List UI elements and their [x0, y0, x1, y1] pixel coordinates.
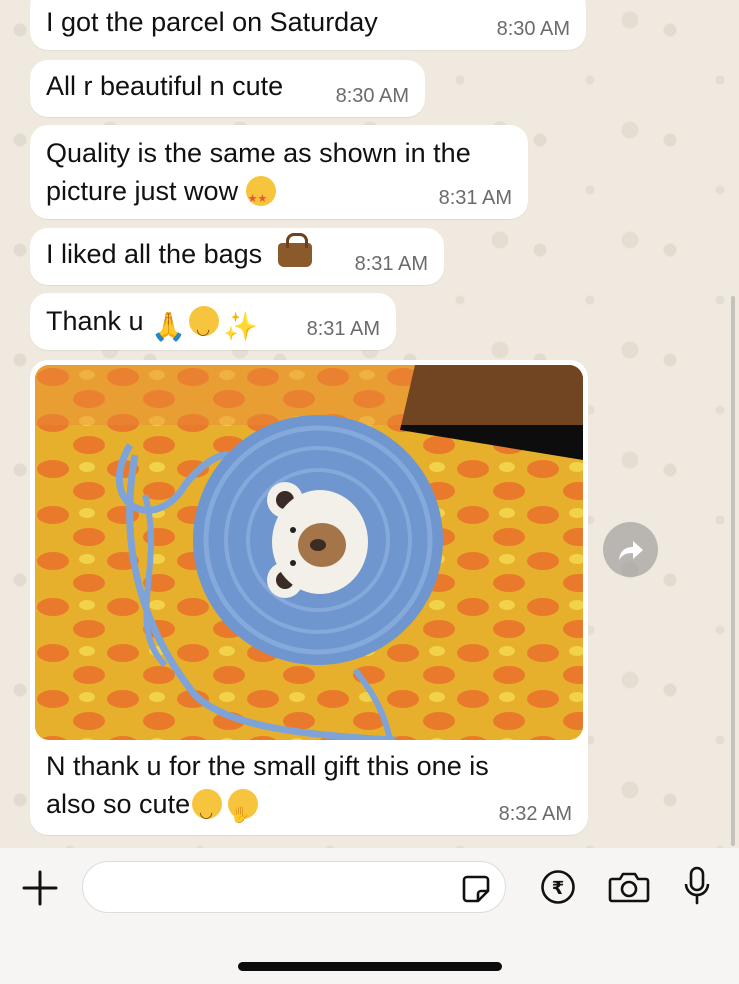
message-time: 8:31 AM	[306, 318, 380, 340]
star-struck-emoji-icon	[245, 176, 276, 218]
sticker-icon[interactable]	[461, 874, 491, 904]
message-input[interactable]	[82, 861, 506, 913]
message-text-wrapper: I liked all the bags	[46, 233, 312, 273]
message-bubble[interactable]: I liked all the bags 8:31 AM	[30, 228, 444, 285]
message-text-line-wrapper: picture just wow	[46, 173, 276, 218]
home-indicator[interactable]	[238, 962, 502, 971]
rupee-icon[interactable]: ₹	[540, 869, 576, 905]
sparkles-emoji-icon: ✨	[223, 311, 258, 342]
forward-button[interactable]	[603, 522, 658, 577]
smiling-face-emoji-icon	[189, 306, 220, 348]
scrollbar[interactable]	[731, 296, 735, 846]
microphone-icon[interactable]	[683, 866, 711, 906]
message-bubble[interactable]: Thank u 🙏 ✨ 8:31 AM	[30, 293, 396, 350]
photo-illustration	[35, 365, 583, 740]
caption-line: N thank u for the small gift this one is	[46, 751, 489, 781]
plus-icon[interactable]	[20, 868, 60, 908]
message-bubble[interactable]: Quality is the same as shown in the pict…	[30, 125, 528, 219]
message-time: 8:30 AM	[335, 85, 409, 107]
message-time: 8:31 AM	[354, 253, 428, 275]
hugging-face-emoji-icon	[228, 789, 259, 834]
image-message-bubble[interactable]: N thank u for the small gift this one is…	[30, 360, 588, 835]
message-text: I got the parcel on Saturday	[46, 7, 378, 37]
message-bubble[interactable]: All r beautiful n cute 8:30 AM	[30, 60, 425, 117]
message-time: 8:31 AM	[438, 187, 512, 209]
chat-background: I got the parcel on Saturday 8:30 AM All…	[0, 0, 739, 848]
caption-line: also so cute	[46, 789, 191, 819]
message-text: Thank u	[46, 306, 144, 336]
smiling-face-emoji-icon	[192, 789, 223, 831]
message-text-line: picture just wow	[46, 176, 239, 206]
handbag-emoji-icon	[277, 233, 312, 267]
message-text: I liked all the bags	[46, 239, 263, 269]
message-bubble[interactable]: I got the parcel on Saturday 8:30 AM	[30, 0, 586, 50]
message-time: 8:32 AM	[498, 803, 572, 825]
crochet-bear-bag-photo[interactable]	[35, 365, 583, 740]
folded-hands-emoji-icon: 🙏	[151, 311, 186, 342]
message-text-wrapper: Thank u 🙏 ✨	[46, 303, 258, 348]
caption-line-wrapper: also so cute	[46, 786, 259, 834]
message-time: 8:30 AM	[496, 18, 570, 40]
forward-icon	[618, 540, 643, 560]
svg-text:₹: ₹	[552, 878, 565, 899]
message-text: All r beautiful n cute	[46, 71, 284, 101]
message-text-line: Quality is the same as shown in the	[46, 138, 471, 168]
camera-icon[interactable]	[608, 870, 650, 904]
